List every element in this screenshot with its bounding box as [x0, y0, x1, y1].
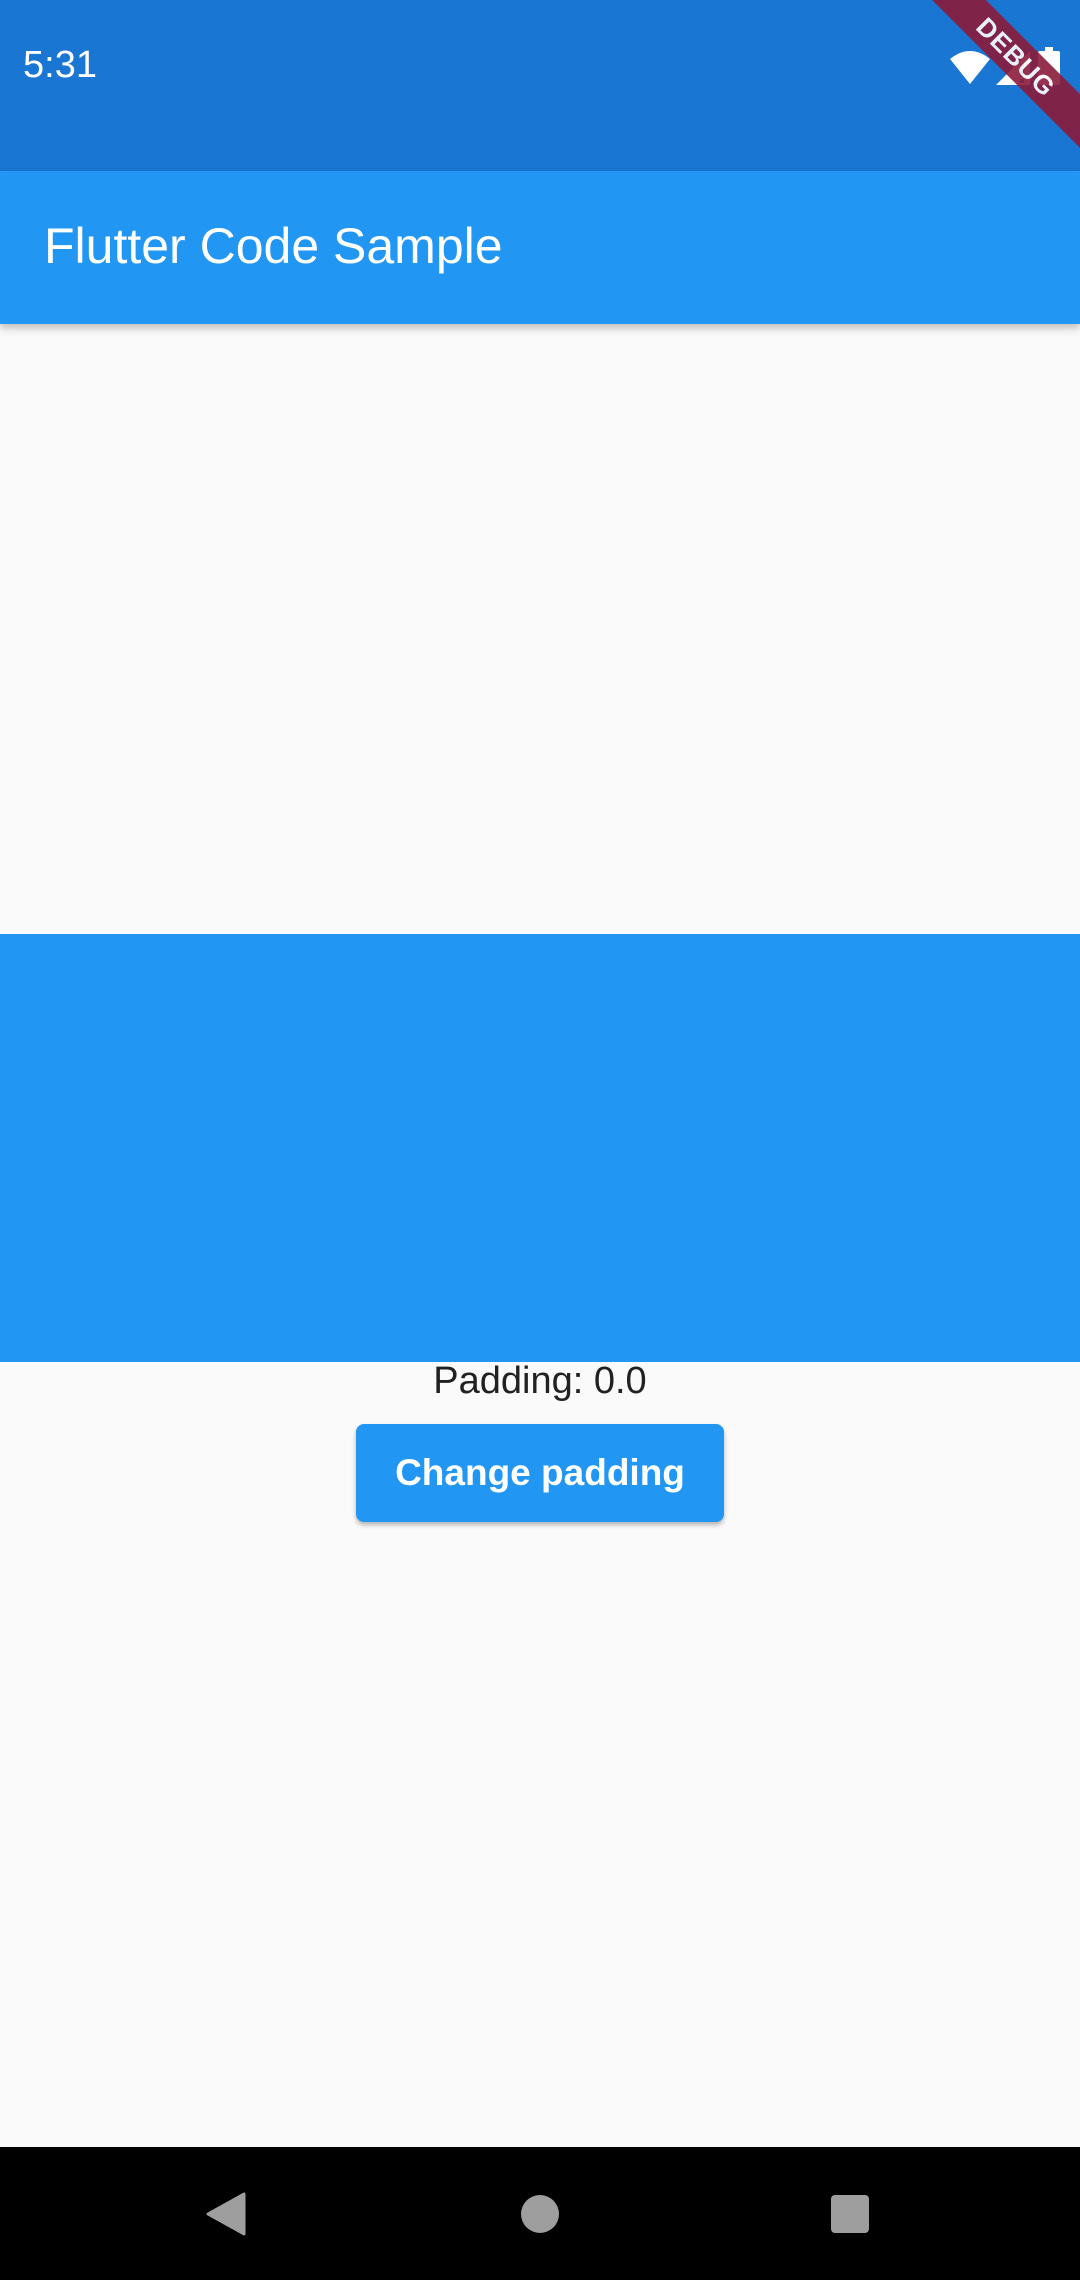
nav-home-button[interactable] [480, 2147, 600, 2280]
wifi-icon [950, 51, 990, 84]
app-bar-title: Flutter Code Sample [44, 218, 503, 274]
app-screen: 5:31 DEBUG Flutter Code Sample Padding: … [0, 0, 1080, 2280]
home-icon [521, 2194, 559, 2233]
nav-back-button[interactable] [166, 2147, 286, 2280]
status-icons [950, 47, 1060, 85]
back-icon [206, 2192, 246, 2235]
cell-signal-icon [996, 51, 1030, 85]
status-time: 5:31 [23, 44, 97, 86]
nav-recents-button[interactable] [790, 2147, 910, 2280]
change-padding-button[interactable]: Change padding [356, 1424, 724, 1522]
padding-value-label: Padding: 0.0 [433, 1360, 647, 1402]
navigation-bar [0, 2147, 1080, 2280]
battery-icon [1038, 47, 1060, 85]
padded-blue-container [0, 934, 1080, 1362]
recents-icon [831, 2194, 869, 2233]
app-bar: Flutter Code Sample [0, 171, 1080, 324]
status-bar: 5:31 [0, 0, 1080, 171]
